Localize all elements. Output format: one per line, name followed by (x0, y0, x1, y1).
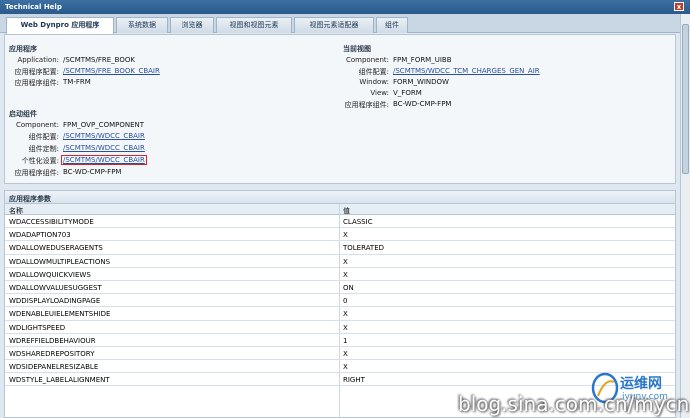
app-params-table: 应用程序参数 名称 值 WDACCESSIBILITYMODE CLASSIC WD… (4, 190, 676, 418)
param-value-cell: CLASSIC (343, 218, 373, 226)
param-value-cell: X (343, 310, 348, 319)
tab-web-dynpro-app[interactable]: Web Dynpro 应用程序 (6, 17, 114, 34)
table-row[interactable]: WDACCESSIBILITYMODE CLASSIC (5, 215, 675, 229)
view-view-label: View: (370, 89, 389, 97)
start-section-title: 启动组件 (9, 110, 37, 118)
param-name-cell: WDSTYLE_LABELALIGNMENT (9, 376, 110, 385)
tab-browser[interactable]: 浏览器 (170, 17, 214, 33)
tab-bar: Web Dynpro 应用程序 系统数据 浏览器 视图和视图元素 视图元素适配器… (0, 14, 690, 34)
param-name-cell: WDDISPLAYLOADINGPAGE (9, 297, 101, 306)
params-rows: WDACCESSIBILITYMODE CLASSIC WDADAPTION703 X… (5, 215, 675, 387)
start-personalization-link[interactable]: /SCMTMS/WDCC_CBAIR (61, 155, 147, 165)
window-titlebar: Technical Help x (0, 0, 690, 14)
param-value-cell: X (343, 363, 348, 372)
table-row[interactable]: WDALLOWEDUSERAGENTS TOLERATED (5, 241, 675, 255)
param-name-cell: WDALLOWEDUSERAGENTS (9, 244, 103, 253)
table-row[interactable]: WDALLOWQUICKVIEWS X (5, 268, 675, 281)
param-name-cell: WDSIDEPANELRESIZABLE (9, 363, 99, 372)
param-name-cell: WDALLOWVALUESUGGEST (9, 283, 102, 292)
view-config-link[interactable]: /SCMTMS/WDCC_TCM_CHARGES_GEN_AIR (393, 67, 540, 75)
view-window-value: FORM_WINDOW (393, 78, 449, 86)
view-component-label: Component: (346, 56, 389, 64)
param-name-cell: WDALLOWMULTIPLEACTIONS (9, 257, 111, 266)
tab-views-and-elements[interactable]: 视图和视图元素 (216, 17, 292, 33)
param-value-cell: X (343, 349, 348, 358)
params-title: 应用程序参数 (5, 191, 675, 204)
table-row[interactable]: WDENABLEUIELEMENTSHIDE X (5, 307, 675, 321)
start-component-label: Component: (16, 121, 59, 129)
app-component-value: TM-FRM (63, 78, 91, 86)
app-value: /SCMTMS/FRE_BOOK (63, 56, 135, 64)
view-section-title: 当前视图 (343, 45, 371, 53)
tab-component[interactable]: 组件 (376, 17, 408, 33)
param-name-cell: WDREFFIELDBEHAVIOUR (9, 336, 96, 345)
param-name-cell: WDACCESSIBILITYMODE (9, 218, 94, 226)
app-config-link[interactable]: /SCMTMS/FRE_BOOK_CBAIR (63, 67, 160, 75)
param-name-cell: WDENABLEUIELEMENTSHIDE (9, 310, 111, 319)
scrollbar-thumb[interactable] (682, 24, 689, 174)
view-appcomp-value: BC-WD-CMP-FPM (393, 100, 452, 108)
param-name-cell: WDSHAREDREPOSITORY (9, 349, 95, 358)
watermark-logo-text: 运维网 (620, 376, 662, 392)
table-row[interactable]: WDSTYLE_LABELALIGNMENT RIGHT (5, 373, 675, 387)
param-value-cell: X (343, 231, 348, 240)
param-name-cell: WDADAPTION703 (9, 231, 71, 240)
info-panel: 应用程序 Application: /SCMTMS/FRE_BOOK 应用程序配… (4, 34, 676, 184)
params-header: 名称 值 (5, 204, 675, 215)
view-window-label: Window: (359, 78, 389, 86)
table-row[interactable]: WDALLOWMULTIPLEACTIONS X (5, 255, 675, 268)
param-value-cell: X (343, 257, 348, 266)
table-row[interactable]: WDSIDEPANELRESIZABLE X (5, 360, 675, 374)
app-component-label: 应用程序组件: (14, 79, 59, 87)
table-row[interactable]: WDLIGHTSPEED X (5, 321, 675, 334)
param-value-cell: 0 (343, 297, 348, 306)
close-icon[interactable]: x (674, 2, 684, 11)
window-title: Technical Help (5, 3, 62, 11)
param-value-cell: ON (343, 283, 354, 292)
start-appcomp-label: 应用程序组件: (14, 169, 59, 177)
table-row[interactable]: WDADAPTION703 X (5, 228, 675, 242)
start-custom-link[interactable]: /SCMTMS/WDCC_CBAIR (63, 144, 145, 152)
tab-element-adapter[interactable]: 视图元素适配器 (294, 17, 374, 33)
tab-system-data[interactable]: 系统数据 (116, 17, 168, 33)
table-row[interactable]: WDREFFIELDBEHAVIOUR 1 (5, 334, 675, 347)
view-config-label: 组件配置: (358, 68, 389, 76)
app-section-title: 应用程序 (9, 45, 37, 53)
start-config-label: 组件配置: (28, 133, 59, 141)
start-custom-label: 组件定制: (28, 145, 59, 153)
app-label: Application: (17, 56, 59, 64)
table-row[interactable]: WDSHAREDREPOSITORY X (5, 347, 675, 361)
view-component-value: FPM_FORM_UIBB (393, 56, 452, 64)
param-name-cell: WDALLOWQUICKVIEWS (9, 270, 91, 279)
table-row[interactable]: WDALLOWVALUESUGGEST ON (5, 281, 675, 295)
start-appcomp-value: BC-WD-CMP-FPM (63, 168, 122, 176)
app-config-label: 应用程序配置: (14, 68, 59, 76)
view-view-value: V_FORM (393, 89, 422, 97)
watermark-url: blog.sina.com.cn/mycn (458, 392, 690, 416)
param-value-cell: RIGHT (343, 376, 365, 385)
start-config-link[interactable]: /SCMTMS/WDCC_CBAIR (63, 132, 145, 140)
start-personalization-label: 个性化设置: (21, 157, 59, 165)
param-name-cell: WDLIGHTSPEED (9, 323, 66, 332)
table-row[interactable]: WDDISPLAYLOADINGPAGE 0 (5, 294, 675, 308)
main-scrollbar[interactable] (680, 14, 690, 418)
param-value-cell: TOLERATED (343, 244, 385, 253)
view-appcomp-label: 应用程序组件: (344, 101, 389, 109)
param-value-cell: X (343, 270, 348, 279)
param-value-cell: X (343, 323, 348, 332)
param-value-cell: 1 (343, 336, 348, 345)
start-component-value: FPM_OVP_COMPONENT (63, 121, 145, 129)
